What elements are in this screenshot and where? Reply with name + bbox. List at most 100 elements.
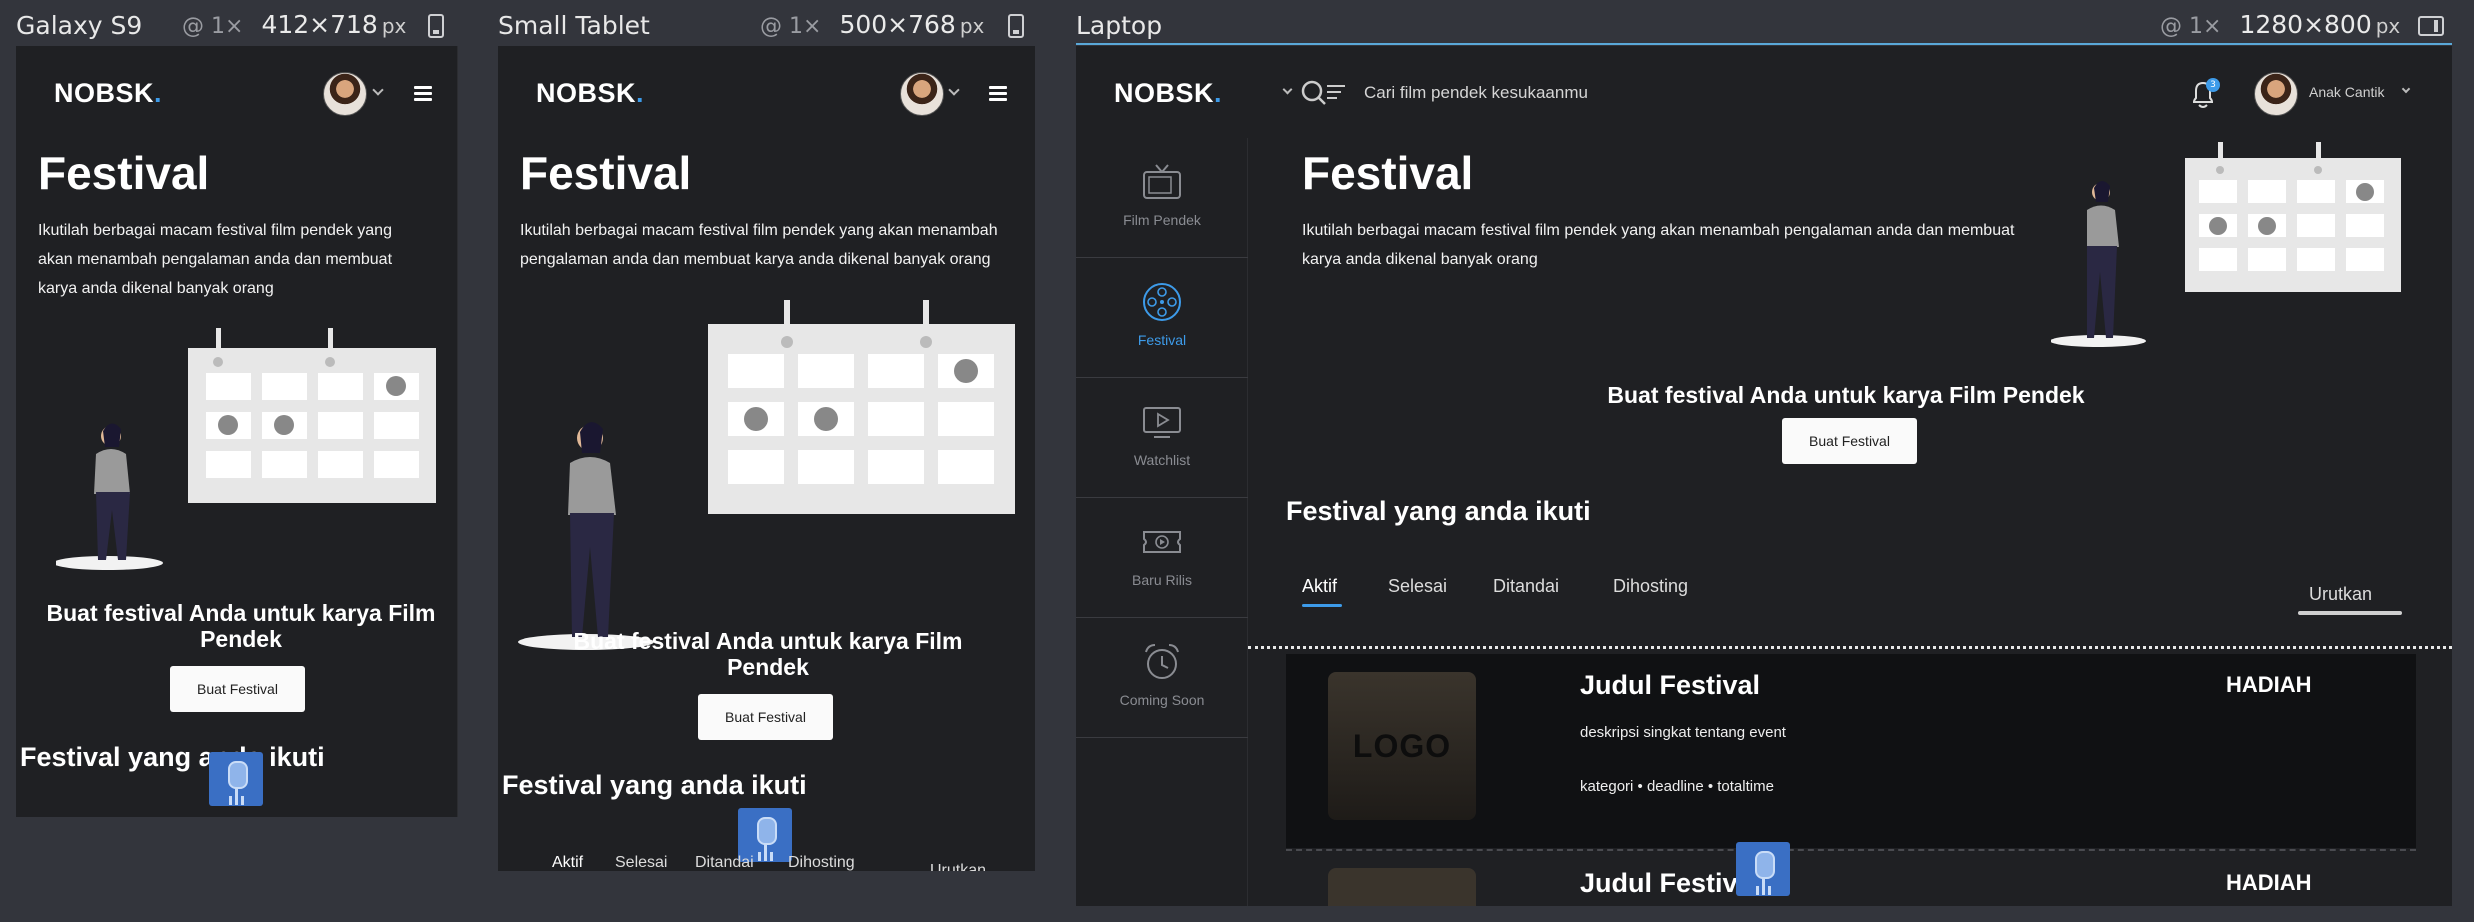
- create-festival-button[interactable]: Buat Festival: [698, 694, 833, 740]
- page-title: Festival: [1302, 147, 1474, 199]
- device-name: Laptop: [1076, 10, 1163, 40]
- device-width: 412: [261, 10, 310, 39]
- tablet-screen: NOBSK. Festival Ikutilah berbagai macam …: [498, 46, 1035, 871]
- ticket-play-icon: [1143, 531, 1181, 553]
- sidebar-item-label: Coming Soon: [1119, 692, 1205, 708]
- cta-heading: Buat festival Anda untuk karya Film Pend…: [573, 628, 963, 680]
- device-height: 718: [330, 10, 378, 39]
- device-width: 500: [839, 10, 888, 39]
- search-icon[interactable]: [1301, 80, 1347, 106]
- festival-title[interactable]: Judul Festival: [1580, 868, 1760, 899]
- sort-underline: [2298, 611, 2402, 615]
- festival-prize: HADIAH: [2226, 870, 2312, 895]
- phone-icon[interactable]: [1008, 14, 1024, 38]
- zoom-level: @ 1×: [182, 14, 244, 39]
- chevron-down-icon[interactable]: [948, 84, 960, 96]
- device-width: 1280: [2239, 10, 2304, 39]
- device-height: 768: [908, 10, 956, 39]
- festival-description: deskripsi singkat tentang event: [1580, 724, 1786, 741]
- sort-button[interactable]: Urutkan: [2309, 584, 2372, 605]
- device-size-tablet: @ 1× 500×768 px: [760, 10, 985, 39]
- create-festival-button[interactable]: Buat Festival: [1782, 418, 1917, 464]
- scrollbar[interactable]: [457, 46, 458, 817]
- sidebar-item-label: Festival: [1137, 332, 1187, 348]
- tab-dihosting[interactable]: Dihosting: [1613, 576, 1688, 597]
- section-title: Festival yang anda ikuti: [1286, 496, 1591, 526]
- tab-ditandai[interactable]: Ditandai: [1493, 576, 1559, 597]
- festival-title[interactable]: Judul Festival: [1580, 670, 1760, 701]
- user-name[interactable]: Anak Cantik: [2309, 84, 2384, 100]
- tab-aktif[interactable]: Aktif: [552, 854, 583, 871]
- sidebar-item-label: Watchlist: [1133, 452, 1191, 468]
- chevron-down-icon[interactable]: [372, 84, 384, 96]
- cta-heading: Buat festival Anda untuk karya Film Pend…: [46, 600, 436, 652]
- brand-logo[interactable]: NOBSK.: [536, 78, 644, 109]
- festival-card[interactable]: Judul Festival HADIAH: [1286, 858, 2416, 906]
- festival-illustration: [518, 300, 1015, 650]
- card-divider: [1286, 849, 2416, 851]
- device-height: 800: [2324, 10, 2372, 39]
- brand-logo[interactable]: NOBSK.: [1114, 78, 1222, 109]
- device-unit: px: [959, 14, 985, 38]
- tab-selesai[interactable]: Selesai: [615, 854, 667, 871]
- device-name: Galaxy S9: [16, 10, 143, 40]
- tab-selesai[interactable]: Selesai: [1388, 576, 1447, 597]
- avatar[interactable]: [900, 72, 944, 116]
- page-title: Festival: [520, 147, 692, 199]
- festival-meta: kategori • deadline • totaltime: [1580, 778, 1774, 795]
- laptop-selection-line: [1076, 43, 2452, 45]
- festival-card[interactable]: LOGO Judul Festival deskripsi singkat te…: [1286, 654, 2416, 848]
- device-name: Small Tablet: [498, 10, 650, 40]
- film-reel-icon: [1143, 283, 1181, 321]
- sidebar-item-label: Film Pendek: [1123, 212, 1201, 228]
- sidebar-item-coming-soon[interactable]: Coming Soon: [1076, 618, 1248, 738]
- device-label-tablet: Small Tablet: [498, 0, 650, 50]
- hamburger-menu-icon[interactable]: [989, 86, 1007, 101]
- festival-illustration: [2051, 142, 2401, 347]
- cta-heading: Buat festival Anda untuk karya Film Pend…: [1607, 382, 2085, 408]
- festival-logo: [1328, 868, 1476, 906]
- festival-logo: LOGO: [1328, 672, 1476, 820]
- device-unit: px: [381, 14, 407, 38]
- chevron-down-icon[interactable]: [1282, 84, 1293, 95]
- phone-icon[interactable]: [428, 14, 444, 38]
- microphone-icon[interactable]: [209, 752, 263, 806]
- tv-icon: [1143, 164, 1181, 199]
- sort-button[interactable]: Urutkan: [930, 862, 986, 871]
- section-title: Festival yang anda ikuti: [20, 742, 325, 772]
- play-screen-icon: [1143, 407, 1181, 438]
- device-unit: px: [2375, 14, 2401, 38]
- tab-dihosting[interactable]: Dihosting: [788, 854, 855, 871]
- page-description: Ikutilah berbagai macam festival film pe…: [38, 222, 393, 297]
- zoom-level: @ 1×: [760, 14, 822, 39]
- page-title: Festival: [38, 147, 210, 199]
- sidebar-item-label: Baru Rilis: [1132, 572, 1192, 588]
- device-label-galaxy: Galaxy S9: [16, 0, 142, 50]
- sidebar-item-watchlist[interactable]: Watchlist: [1076, 378, 1248, 498]
- sidebar-item-festival[interactable]: Festival: [1076, 258, 1248, 378]
- zoom-level: @ 1×: [2160, 14, 2222, 39]
- chevron-down-icon[interactable]: [2401, 84, 2411, 94]
- search-input[interactable]: Cari film pendek kesukaanmu: [1364, 83, 1588, 103]
- avatar[interactable]: [323, 72, 367, 116]
- page-description: Ikutilah berbagai macam festival film pe…: [520, 222, 998, 268]
- active-tab-indicator: [1302, 604, 1342, 607]
- laptop-screen: NOBSK. Cari film pendek kesukaanmu 3 Ana…: [1076, 46, 2452, 906]
- festival-prize: HADIAH: [2226, 672, 2312, 697]
- sidebar-item-baru-rilis[interactable]: Baru Rilis: [1076, 498, 1248, 618]
- brand-logo[interactable]: NOBSK.: [54, 78, 162, 109]
- create-festival-button[interactable]: Buat Festival: [170, 666, 305, 712]
- tab-ditandai[interactable]: Ditandai: [695, 854, 754, 871]
- device-size-laptop: @ 1× 1280×800 px: [2160, 10, 2401, 39]
- device-size-galaxy: @ 1× 412×718 px: [182, 10, 407, 39]
- hamburger-menu-icon[interactable]: [414, 86, 432, 101]
- laptop-icon[interactable]: [2418, 16, 2444, 36]
- tab-aktif[interactable]: Aktif: [1302, 576, 1337, 597]
- microphone-icon[interactable]: [1736, 842, 1790, 896]
- sidebar-item-film-pendek[interactable]: Film Pendek: [1076, 138, 1248, 258]
- sidebar: Film Pendek Festival Watchlist Baru Rili…: [1076, 138, 1248, 906]
- avatar[interactable]: [2254, 72, 2298, 116]
- alarm-clock-icon: [1145, 644, 1179, 679]
- festival-illustration: [56, 328, 436, 570]
- section-title: Festival yang anda ikuti: [502, 770, 807, 800]
